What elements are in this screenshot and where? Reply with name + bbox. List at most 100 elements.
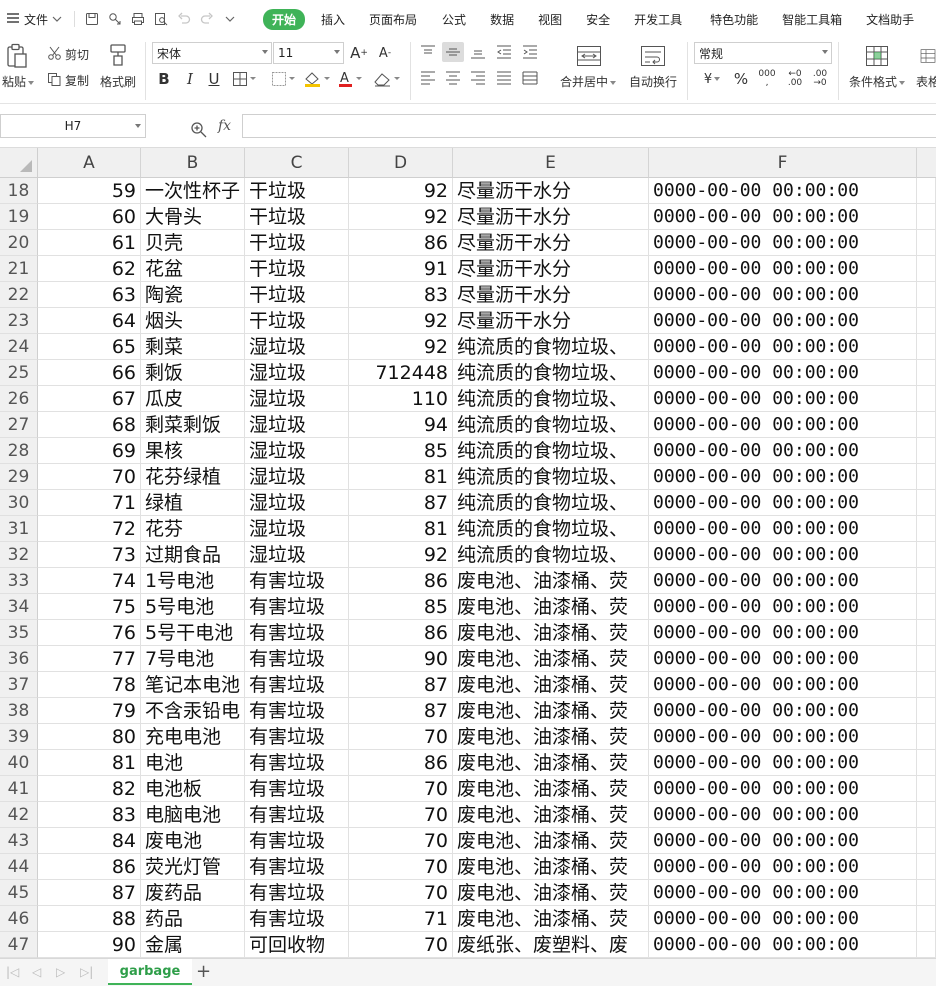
cell-b[interactable]: 笔记本电池 — [141, 672, 245, 698]
cell-b[interactable]: 废电池 — [141, 828, 245, 854]
cell-g[interactable] — [917, 412, 936, 438]
cell-e[interactable]: 纯流质的食物垃圾、 — [453, 412, 649, 438]
bold-icon[interactable]: B — [154, 69, 174, 89]
row-header[interactable]: 41 — [0, 776, 38, 802]
cell-a[interactable]: 70 — [38, 464, 141, 490]
tab-page-layout[interactable]: 页面布局 — [369, 11, 417, 28]
cell-b[interactable]: 荧光灯管 — [141, 854, 245, 880]
table-style-button[interactable]: 表格 — [916, 73, 936, 90]
row-header[interactable]: 38 — [0, 698, 38, 724]
cell-f[interactable]: 0000-00-00 00:00:00 — [649, 256, 917, 282]
cell-e[interactable]: 纯流质的食物垃圾、 — [453, 334, 649, 360]
tab-smart-toolbox[interactable]: 智能工具箱 — [782, 11, 842, 28]
cell-a[interactable]: 83 — [38, 802, 141, 828]
cell-f[interactable]: 0000-00-00 00:00:00 — [649, 776, 917, 802]
cell-a[interactable]: 84 — [38, 828, 141, 854]
cell-c[interactable]: 有害垃圾 — [245, 672, 349, 698]
column-header-g[interactable] — [917, 148, 936, 178]
cell-g[interactable] — [917, 178, 936, 204]
cell-d[interactable]: 70 — [349, 802, 453, 828]
cell-b[interactable]: 陶瓷 — [141, 282, 245, 308]
cell-b[interactable]: 烟头 — [141, 308, 245, 334]
cell-a[interactable]: 59 — [38, 178, 141, 204]
cell-c[interactable]: 湿垃圾 — [245, 438, 349, 464]
merge-center-button[interactable]: 合并居中 — [560, 73, 617, 90]
cell-e[interactable]: 纯流质的食物垃圾、 — [453, 516, 649, 542]
cell-c[interactable]: 有害垃圾 — [245, 568, 349, 594]
tab-home[interactable]: 开始 — [263, 8, 306, 30]
font-color-icon[interactable]: A — [337, 69, 365, 89]
cell-a[interactable]: 88 — [38, 906, 141, 932]
column-header-a[interactable]: A — [38, 148, 141, 178]
cell-b[interactable]: 废药品 — [141, 880, 245, 906]
cell-g[interactable] — [917, 308, 936, 334]
cell-e[interactable]: 尽量沥干水分 — [453, 282, 649, 308]
cell-f[interactable]: 0000-00-00 00:00:00 — [649, 880, 917, 906]
paste-button[interactable]: 粘贴 — [2, 73, 35, 90]
row-header[interactable]: 45 — [0, 880, 38, 906]
cell-b[interactable]: 花芬 — [141, 516, 245, 542]
cell-f[interactable]: 0000-00-00 00:00:00 — [649, 412, 917, 438]
cell-d[interactable]: 87 — [349, 490, 453, 516]
cell-b[interactable]: 剩菜 — [141, 334, 245, 360]
cell-b[interactable]: 花芬绿植 — [141, 464, 245, 490]
conditional-format-button[interactable]: 条件格式 — [849, 73, 906, 90]
print-preview-icon[interactable] — [153, 11, 169, 27]
row-header[interactable]: 24 — [0, 334, 38, 360]
cell-g[interactable] — [917, 438, 936, 464]
decrease-indent-icon[interactable] — [494, 43, 514, 61]
cell-a[interactable]: 65 — [38, 334, 141, 360]
cell-f[interactable]: 0000-00-00 00:00:00 — [649, 334, 917, 360]
cell-e[interactable]: 纯流质的食物垃圾、 — [453, 386, 649, 412]
formula-input[interactable] — [242, 114, 936, 138]
cell-e[interactable]: 废电池、油漆桶、荧 — [453, 776, 649, 802]
cell-d[interactable]: 110 — [349, 386, 453, 412]
cell-a[interactable]: 63 — [38, 282, 141, 308]
cell-a[interactable]: 87 — [38, 880, 141, 906]
row-header[interactable]: 39 — [0, 724, 38, 750]
cell-a[interactable]: 80 — [38, 724, 141, 750]
cell-f[interactable]: 0000-00-00 00:00:00 — [649, 308, 917, 334]
cell-e[interactable]: 废电池、油漆桶、荧 — [453, 906, 649, 932]
font-size-select[interactable]: 11 — [273, 42, 344, 64]
cell-b[interactable]: 贝壳 — [141, 230, 245, 256]
tab-data[interactable]: 数据 — [490, 11, 514, 28]
cell-d[interactable]: 92 — [349, 334, 453, 360]
cell-a[interactable]: 60 — [38, 204, 141, 230]
cell-c[interactable]: 湿垃圾 — [245, 334, 349, 360]
cell-e[interactable]: 尽量沥干水分 — [453, 308, 649, 334]
cell-e[interactable]: 废纸张、废塑料、废 — [453, 932, 649, 958]
cell-g[interactable] — [917, 776, 936, 802]
cell-e[interactable]: 纯流质的食物垃圾、 — [453, 360, 649, 386]
cell-g[interactable] — [917, 386, 936, 412]
cell-f[interactable]: 0000-00-00 00:00:00 — [649, 464, 917, 490]
cell-a[interactable]: 90 — [38, 932, 141, 958]
cell-c[interactable]: 湿垃圾 — [245, 490, 349, 516]
cell-c[interactable]: 有害垃圾 — [245, 646, 349, 672]
cell-g[interactable] — [917, 516, 936, 542]
cell-g[interactable] — [917, 360, 936, 386]
cell-a[interactable]: 75 — [38, 594, 141, 620]
cell-d[interactable]: 87 — [349, 698, 453, 724]
cell-b[interactable]: 1号电池 — [141, 568, 245, 594]
row-header[interactable]: 42 — [0, 802, 38, 828]
file-menu[interactable]: 文件 — [0, 11, 72, 28]
cell-c[interactable]: 有害垃圾 — [245, 698, 349, 724]
cell-g[interactable] — [917, 854, 936, 880]
row-header[interactable]: 25 — [0, 360, 38, 386]
cell-d[interactable]: 90 — [349, 646, 453, 672]
cell-b[interactable]: 电池 — [141, 750, 245, 776]
cell-c[interactable]: 有害垃圾 — [245, 854, 349, 880]
cell-d[interactable]: 70 — [349, 724, 453, 750]
column-header-e[interactable]: E — [453, 148, 649, 178]
prev-sheet-icon[interactable]: ◁ — [32, 965, 41, 979]
redo-icon[interactable] — [199, 11, 215, 27]
cell-e[interactable]: 废电池、油漆桶、荧 — [453, 698, 649, 724]
cell-b[interactable]: 电脑电池 — [141, 802, 245, 828]
format-painter-icon[interactable] — [106, 42, 130, 68]
cell-g[interactable] — [917, 282, 936, 308]
zoom-icon[interactable] — [190, 121, 208, 143]
cell-c[interactable]: 干垃圾 — [245, 256, 349, 282]
tab-document-assistant[interactable]: 文档助手 — [866, 11, 914, 28]
undo-icon[interactable] — [176, 11, 192, 27]
